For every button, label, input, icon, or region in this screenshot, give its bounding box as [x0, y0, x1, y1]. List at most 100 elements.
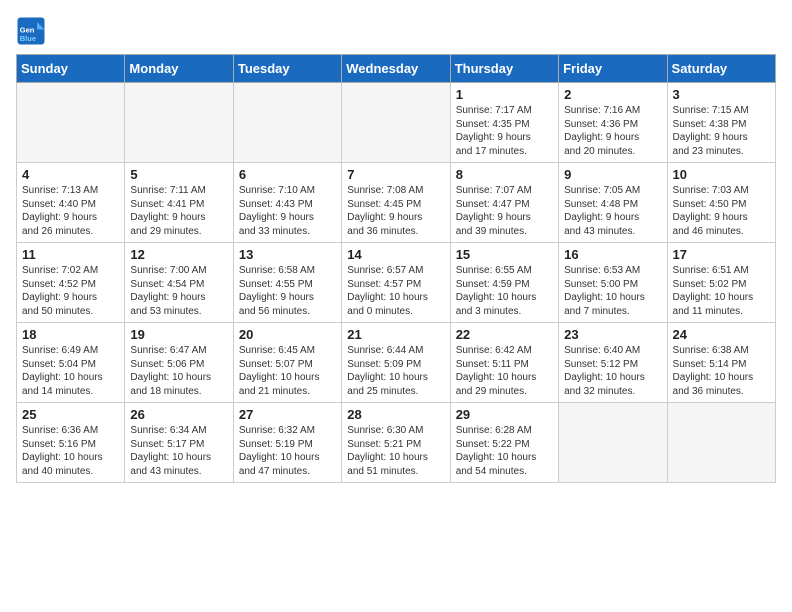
weekday-header-tuesday: Tuesday [233, 55, 341, 83]
day-number: 14 [347, 247, 444, 262]
calendar-cell: 19 Sunrise: 6:47 AM Sunset: 5:06 PM Dayli… [125, 323, 233, 403]
day-number: 21 [347, 327, 444, 342]
day-number: 5 [130, 167, 227, 182]
day-number: 11 [22, 247, 119, 262]
day-number: 22 [456, 327, 553, 342]
day-number: 4 [22, 167, 119, 182]
calendar-cell: 22 Sunrise: 6:42 AM Sunset: 5:11 PM Dayli… [450, 323, 558, 403]
calendar-cell: 27 Sunrise: 6:32 AM Sunset: 5:19 PM Dayli… [233, 403, 341, 483]
day-info: Sunrise: 6:44 AM Sunset: 5:09 PM Dayligh… [347, 344, 444, 398]
day-info: Sunrise: 6:30 AM Sunset: 5:21 PM Dayligh… [347, 424, 444, 478]
day-number: 13 [239, 247, 336, 262]
day-info: Sunrise: 6:38 AM Sunset: 5:14 PM Dayligh… [673, 344, 770, 398]
weekday-header-row: SundayMondayTuesdayWednesdayThursdayFrid… [17, 55, 776, 83]
calendar-cell [17, 83, 125, 163]
weekday-header-saturday: Saturday [667, 55, 775, 83]
calendar-cell: 23 Sunrise: 6:40 AM Sunset: 5:12 PM Dayli… [559, 323, 667, 403]
day-info: Sunrise: 7:13 AM Sunset: 4:40 PM Dayligh… [22, 184, 119, 238]
week-row-5: 25Sunrise: 6:36 AM Sunset: 5:16 PM Dayli… [17, 403, 776, 483]
logo: Gen Blue [16, 16, 50, 46]
calendar-cell: 18 Sunrise: 6:49 AM Sunset: 5:04 PM Dayli… [17, 323, 125, 403]
day-info: Sunrise: 7:00 AM Sunset: 4:54 PM Dayligh… [130, 264, 227, 318]
svg-text:Blue: Blue [20, 34, 36, 43]
day-number: 19 [130, 327, 227, 342]
day-info: Sunrise: 7:02 AM Sunset: 4:52 PM Dayligh… [22, 264, 119, 318]
day-number: 20 [239, 327, 336, 342]
logo-icon: Gen Blue [16, 16, 46, 46]
day-info: Sunrise: 6:57 AM Sunset: 4:57 PM Dayligh… [347, 264, 444, 318]
day-info: Sunrise: 6:47 AM Sunset: 5:06 PM Dayligh… [130, 344, 227, 398]
day-info: Sunrise: 6:53 AM Sunset: 5:00 PM Dayligh… [564, 264, 661, 318]
day-info: Sunrise: 6:42 AM Sunset: 5:11 PM Dayligh… [456, 344, 553, 398]
week-row-4: 18 Sunrise: 6:49 AM Sunset: 5:04 PM Dayli… [17, 323, 776, 403]
day-number: 3 [673, 87, 770, 102]
calendar-cell: 12 Sunrise: 7:00 AM Sunset: 4:54 PM Dayli… [125, 243, 233, 323]
calendar-cell [342, 83, 450, 163]
day-number: 23 [564, 327, 661, 342]
calendar-cell: 13 Sunrise: 6:58 AM Sunset: 4:55 PM Dayli… [233, 243, 341, 323]
day-number: 8 [456, 167, 553, 182]
day-number: 1 [456, 87, 553, 102]
calendar-cell: 21 Sunrise: 6:44 AM Sunset: 5:09 PM Dayli… [342, 323, 450, 403]
calendar-cell: 16Sunrise: 6:53 AM Sunset: 5:00 PM Dayli… [559, 243, 667, 323]
day-info: Sunrise: 6:36 AM Sunset: 5:16 PM Dayligh… [22, 424, 119, 478]
day-number: 17 [673, 247, 770, 262]
day-info: Sunrise: 6:40 AM Sunset: 5:12 PM Dayligh… [564, 344, 661, 398]
day-number: 9 [564, 167, 661, 182]
calendar-cell [559, 403, 667, 483]
weekday-header-thursday: Thursday [450, 55, 558, 83]
day-info: Sunrise: 7:10 AM Sunset: 4:43 PM Dayligh… [239, 184, 336, 238]
day-info: Sunrise: 7:08 AM Sunset: 4:45 PM Dayligh… [347, 184, 444, 238]
day-number: 18 [22, 327, 119, 342]
day-number: 12 [130, 247, 227, 262]
calendar-cell: 5 Sunrise: 7:11 AM Sunset: 4:41 PM Daylig… [125, 163, 233, 243]
calendar-cell: 26Sunrise: 6:34 AM Sunset: 5:17 PM Dayli… [125, 403, 233, 483]
weekday-header-monday: Monday [125, 55, 233, 83]
day-info: Sunrise: 6:49 AM Sunset: 5:04 PM Dayligh… [22, 344, 119, 398]
calendar-cell: 17 Sunrise: 6:51 AM Sunset: 5:02 PM Dayli… [667, 243, 775, 323]
calendar-cell [125, 83, 233, 163]
calendar-cell: 28 Sunrise: 6:30 AM Sunset: 5:21 PM Dayli… [342, 403, 450, 483]
day-number: 6 [239, 167, 336, 182]
calendar-cell: 9 Sunrise: 7:05 AM Sunset: 4:48 PM Daylig… [559, 163, 667, 243]
week-row-2: 4 Sunrise: 7:13 AM Sunset: 4:40 PM Daylig… [17, 163, 776, 243]
calendar-cell: 24 Sunrise: 6:38 AM Sunset: 5:14 PM Dayli… [667, 323, 775, 403]
weekday-header-friday: Friday [559, 55, 667, 83]
day-info: Sunrise: 6:32 AM Sunset: 5:19 PM Dayligh… [239, 424, 336, 478]
day-info: Sunrise: 6:58 AM Sunset: 4:55 PM Dayligh… [239, 264, 336, 318]
day-info: Sunrise: 7:05 AM Sunset: 4:48 PM Dayligh… [564, 184, 661, 238]
day-number: 27 [239, 407, 336, 422]
calendar-cell: 25Sunrise: 6:36 AM Sunset: 5:16 PM Dayli… [17, 403, 125, 483]
day-number: 24 [673, 327, 770, 342]
calendar-cell: 8 Sunrise: 7:07 AM Sunset: 4:47 PM Daylig… [450, 163, 558, 243]
calendar-cell: 4 Sunrise: 7:13 AM Sunset: 4:40 PM Daylig… [17, 163, 125, 243]
day-number: 10 [673, 167, 770, 182]
weekday-header-sunday: Sunday [17, 55, 125, 83]
calendar-cell: 29 Sunrise: 6:28 AM Sunset: 5:22 PM Dayli… [450, 403, 558, 483]
day-info: Sunrise: 6:55 AM Sunset: 4:59 PM Dayligh… [456, 264, 553, 318]
week-row-1: 1 Sunrise: 7:17 AM Sunset: 4:35 PM Daylig… [17, 83, 776, 163]
day-info: Sunrise: 6:28 AM Sunset: 5:22 PM Dayligh… [456, 424, 553, 478]
day-number: 28 [347, 407, 444, 422]
calendar-cell: 6 Sunrise: 7:10 AM Sunset: 4:43 PM Daylig… [233, 163, 341, 243]
day-number: 26 [130, 407, 227, 422]
calendar-cell: 11 Sunrise: 7:02 AM Sunset: 4:52 PM Dayli… [17, 243, 125, 323]
day-info: Sunrise: 6:51 AM Sunset: 5:02 PM Dayligh… [673, 264, 770, 318]
day-info: Sunrise: 7:07 AM Sunset: 4:47 PM Dayligh… [456, 184, 553, 238]
calendar-cell: 20 Sunrise: 6:45 AM Sunset: 5:07 PM Dayli… [233, 323, 341, 403]
weekday-header-wednesday: Wednesday [342, 55, 450, 83]
week-row-3: 11 Sunrise: 7:02 AM Sunset: 4:52 PM Dayli… [17, 243, 776, 323]
calendar-cell: 2 Sunrise: 7:16 AM Sunset: 4:36 PM Daylig… [559, 83, 667, 163]
day-number: 2 [564, 87, 661, 102]
calendar-cell [667, 403, 775, 483]
day-info: Sunrise: 6:45 AM Sunset: 5:07 PM Dayligh… [239, 344, 336, 398]
day-info: Sunrise: 7:17 AM Sunset: 4:35 PM Dayligh… [456, 104, 553, 158]
calendar-cell: 3Sunrise: 7:15 AM Sunset: 4:38 PM Daylig… [667, 83, 775, 163]
calendar-cell: 15Sunrise: 6:55 AM Sunset: 4:59 PM Dayli… [450, 243, 558, 323]
day-info: Sunrise: 7:16 AM Sunset: 4:36 PM Dayligh… [564, 104, 661, 158]
calendar-cell: 7Sunrise: 7:08 AM Sunset: 4:45 PM Daylig… [342, 163, 450, 243]
calendar-cell [233, 83, 341, 163]
day-info: Sunrise: 7:11 AM Sunset: 4:41 PM Dayligh… [130, 184, 227, 238]
day-number: 29 [456, 407, 553, 422]
calendar-cell: 10Sunrise: 7:03 AM Sunset: 4:50 PM Dayli… [667, 163, 775, 243]
